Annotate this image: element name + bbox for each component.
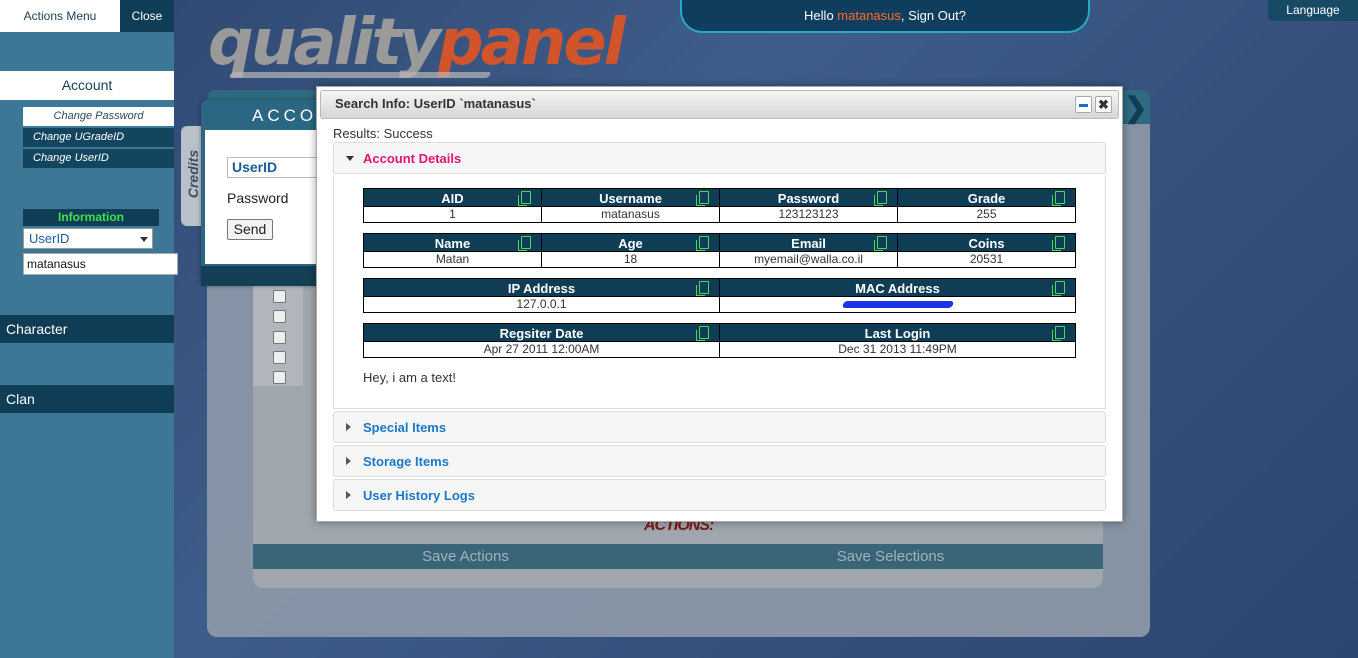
sidebar-item-clan[interactable]: Clan <box>0 385 174 413</box>
copy-icon[interactable] <box>518 191 531 206</box>
password-label: Password <box>227 190 289 206</box>
chevron-down-icon <box>140 237 148 242</box>
column-header: AID <box>363 188 541 207</box>
value-cell: 123123123 <box>719 207 897 223</box>
row-checkbox[interactable] <box>273 331 286 344</box>
sidebar-item-character[interactable]: Character <box>0 315 174 343</box>
section-title-storage-items[interactable]: Storage Items <box>363 454 449 469</box>
triangle-right-icon <box>346 491 351 499</box>
section-special-items[interactable] <box>333 411 1106 443</box>
search-value-input[interactable]: matanasus <box>23 253 178 275</box>
next-arrow-icon[interactable]: ❯ <box>1124 94 1147 122</box>
value-cell: Apr 27 2011 12:00AM <box>363 342 719 358</box>
copy-icon[interactable] <box>1052 236 1065 251</box>
redaction-scribble <box>841 301 954 308</box>
results-status: Results: Success <box>333 126 433 141</box>
sidebar-item-account[interactable]: Account <box>0 71 174 100</box>
triangle-right-icon <box>346 423 351 431</box>
section-title-account-details[interactable]: Account Details <box>363 151 461 166</box>
close-sidebar-button[interactable]: Close <box>120 0 174 32</box>
row-checkbox[interactable] <box>273 371 286 384</box>
section-title-user-history-logs[interactable]: User History Logs <box>363 488 475 503</box>
section-title-special-items[interactable]: Special Items <box>363 420 446 435</box>
info-value-row: Matan 18 myemail@walla.co.il 20531 <box>363 252 1076 268</box>
username-link[interactable]: matanasus <box>837 8 901 23</box>
dialog-title: Search Info: UserID `matanasus` <box>335 96 536 111</box>
copy-icon[interactable] <box>696 281 709 296</box>
column-header: Last Login <box>719 323 1076 342</box>
user-note: Hey, i am a text! <box>363 370 456 385</box>
search-type-value: UserID <box>29 231 70 246</box>
close-icon[interactable]: ✖ <box>1095 96 1112 113</box>
user-greeting-bar: Hello matanasus, Sign Out? <box>680 0 1090 33</box>
value-cell: Dec 31 2013 11:49PM <box>719 342 1076 358</box>
save-actions-button[interactable]: Save Actions <box>253 544 678 569</box>
column-header: Password <box>719 188 897 207</box>
value-cell: 18 <box>541 252 719 268</box>
column-header: IP Address <box>363 278 719 297</box>
copy-icon[interactable] <box>874 236 887 251</box>
column-header: Name <box>363 233 541 252</box>
info-header-row: AID Username Password Grade <box>363 188 1076 207</box>
copy-icon[interactable] <box>696 191 709 206</box>
copy-icon[interactable] <box>518 236 531 251</box>
column-header: Age <box>541 233 719 252</box>
signout-link[interactable]: , Sign Out? <box>901 8 966 23</box>
value-cell: matanasus <box>541 207 719 223</box>
value-cell: 255 <box>897 207 1076 223</box>
minimize-icon[interactable] <box>1075 96 1092 113</box>
sidebar-sub-change-userid[interactable]: Change UserID <box>23 149 174 168</box>
info-header-row: IP Address MAC Address <box>363 278 1076 297</box>
credits-tab-label: Credits <box>185 149 201 199</box>
account-panel-footer <box>201 266 326 286</box>
sidebar-sub-change-ugradeid[interactable]: Change UGradeID <box>23 128 174 147</box>
triangle-right-icon <box>346 457 351 465</box>
value-cell-redacted <box>719 297 1076 313</box>
info-value-row: 1 matanasus 123123123 255 <box>363 207 1076 223</box>
row-checkbox[interactable] <box>273 310 286 323</box>
info-value-row: 127.0.0.1 <box>363 297 1076 313</box>
actions-menu-tab[interactable]: Actions Menu <box>0 0 120 32</box>
row-checkbox[interactable] <box>273 351 286 364</box>
row-checkbox[interactable] <box>273 290 286 303</box>
save-selections-button[interactable]: Save Selections <box>678 544 1103 569</box>
value-cell: Matan <box>363 252 541 268</box>
copy-icon[interactable] <box>1052 281 1065 296</box>
info-header-row: Name Age Email Coins <box>363 233 1076 252</box>
triangle-down-icon <box>346 156 354 161</box>
column-header: Username <box>541 188 719 207</box>
column-header: MAC Address <box>719 278 1076 297</box>
sidebar-sub-change-password[interactable]: Change Password <box>23 107 174 126</box>
logo-swoosh <box>228 72 492 78</box>
copy-icon[interactable] <box>696 326 709 341</box>
column-header: Regsiter Date <box>363 323 719 342</box>
copy-icon[interactable] <box>874 191 887 206</box>
info-value-row: Apr 27 2011 12:00AM Dec 31 2013 11:49PM <box>363 342 1076 358</box>
information-header: Information <box>23 209 159 226</box>
column-header: Email <box>719 233 897 252</box>
value-cell: 1 <box>363 207 541 223</box>
account-userid-select[interactable]: UserID <box>227 157 326 178</box>
value-cell: 20531 <box>897 252 1076 268</box>
column-header: Grade <box>897 188 1076 207</box>
sidebar: Actions Menu Close Account Change Passwo… <box>0 0 178 658</box>
value-cell: myemail@walla.co.il <box>719 252 897 268</box>
language-button[interactable]: Language <box>1268 0 1358 21</box>
column-header: Coins <box>897 233 1076 252</box>
copy-icon[interactable] <box>696 236 709 251</box>
greeting-text: Hello <box>804 8 834 23</box>
info-header-row: Regsiter Date Last Login <box>363 323 1076 342</box>
send-button[interactable]: Send <box>227 219 273 240</box>
copy-icon[interactable] <box>1052 326 1065 341</box>
value-cell: 127.0.0.1 <box>363 297 719 313</box>
copy-icon[interactable] <box>1052 191 1065 206</box>
search-type-select[interactable]: UserID <box>23 228 153 249</box>
qualitypanel-logo: qualitypanel <box>208 6 626 80</box>
